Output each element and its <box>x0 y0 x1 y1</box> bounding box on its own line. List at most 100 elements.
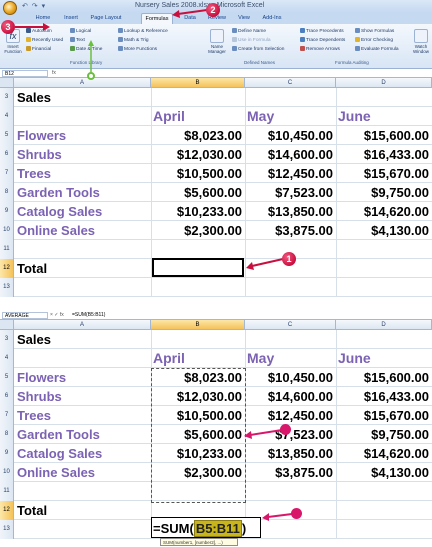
row-header[interactable]: 7 <box>0 164 14 183</box>
cell-b10[interactable]: $2,300.00 <box>151 221 242 240</box>
tab-insert[interactable]: Insert <box>58 13 84 24</box>
cell-b4[interactable]: April <box>151 107 242 126</box>
tab-add-ins[interactable]: Add-Ins <box>258 13 286 24</box>
select-all-corner-editing[interactable] <box>0 320 14 330</box>
cell-d8[interactable]: $9,750.00 <box>336 425 429 444</box>
cell-a8[interactable]: Garden Tools <box>17 183 150 202</box>
cell-a3[interactable]: Sales <box>17 88 150 107</box>
quick-access-toolbar[interactable]: ↶ ↷ ▾ <box>22 2 46 10</box>
cell-d5[interactable]: $15,600.00 <box>336 368 429 387</box>
cell-d8[interactable]: $9,750.00 <box>336 183 429 202</box>
cell-b6[interactable]: $12,030.00 <box>151 145 242 164</box>
cell-a5[interactable]: Flowers <box>17 368 150 387</box>
cell-a6[interactable]: Shrubs <box>17 145 150 164</box>
logical-button[interactable]: Logical <box>70 28 91 34</box>
financial-button[interactable]: Financial <box>26 46 51 52</box>
row-header[interactable]: 5 <box>0 368 14 387</box>
editing-cell-b12[interactable]: =SUM(B5:B11) <box>151 517 261 538</box>
trace-dependents-button[interactable]: Trace Dependents <box>300 37 345 43</box>
row-header[interactable]: 5 <box>0 126 14 145</box>
math-trig-button[interactable]: Math & Trig <box>118 37 149 43</box>
column-header-d[interactable]: D <box>336 78 432 88</box>
column-header-c[interactable]: C <box>245 78 336 88</box>
row-header[interactable]: 10 <box>0 221 14 240</box>
row-header[interactable]: 13 <box>0 278 14 297</box>
column-header-b[interactable]: B <box>151 320 245 330</box>
column-header-d[interactable]: D <box>336 320 432 330</box>
cell-a10[interactable]: Online Sales <box>17 463 150 482</box>
row-header[interactable]: 8 <box>0 425 14 444</box>
cell-c9[interactable]: $13,850.00 <box>245 202 333 221</box>
cell-d4[interactable]: June <box>336 349 429 368</box>
create-from-selection-button[interactable]: Create from Selection <box>232 46 284 52</box>
cell-a7[interactable]: Trees <box>17 164 150 183</box>
cell-d12[interactable] <box>336 259 429 278</box>
row-header[interactable]: 10 <box>0 463 14 482</box>
row-header[interactable]: 3 <box>0 88 14 107</box>
formula-content-editing[interactable]: =SUM(B5:B11) <box>72 312 105 319</box>
row-header[interactable]: 12 <box>0 259 14 278</box>
cell-b11[interactable] <box>151 240 242 259</box>
cell-c5[interactable]: $10,450.00 <box>245 368 333 387</box>
cell-c8[interactable]: $7,523.00 <box>245 183 333 202</box>
cell-c10[interactable]: $3,875.00 <box>245 221 333 240</box>
office-button[interactable] <box>3 1 17 15</box>
cell-c7[interactable]: $12,450.00 <box>245 164 333 183</box>
column-header-b[interactable]: B <box>151 78 245 88</box>
cell-d4[interactable]: June <box>336 107 429 126</box>
formula-buttons[interactable]: × ✓ fx <box>50 312 64 318</box>
cell-b4[interactable]: April <box>151 349 242 368</box>
date-time-button[interactable]: Date & Time <box>70 46 102 52</box>
show-formulas-button[interactable]: Show Formulas <box>355 28 394 34</box>
tab-view[interactable]: View <box>232 13 256 24</box>
cell-d12[interactable] <box>336 501 429 520</box>
cell-a12[interactable]: Total <box>17 501 150 520</box>
cell-d13[interactable] <box>336 520 429 539</box>
cell-c10[interactable]: $3,875.00 <box>245 463 333 482</box>
row-header[interactable]: 8 <box>0 183 14 202</box>
row-header[interactable]: 11 <box>0 482 14 501</box>
cell-a13[interactable] <box>17 520 150 539</box>
watch-window-button[interactable]: Watch Window <box>410 29 432 54</box>
cell-c9[interactable]: $13,850.00 <box>245 444 333 463</box>
autosum-button[interactable]: AutoSum <box>26 28 52 34</box>
recently-used-button[interactable]: Recently Used <box>26 37 63 43</box>
cell-d10[interactable]: $4,130.00 <box>336 463 429 482</box>
tab-page-layout[interactable]: Page Layout <box>88 13 124 24</box>
cell-a3[interactable]: Sales <box>17 330 150 349</box>
cell-c6[interactable]: $14,600.00 <box>245 145 333 164</box>
more-functions-button[interactable]: More Functions <box>118 46 157 52</box>
text-button[interactable]: Text <box>70 37 85 43</box>
row-header[interactable]: 7 <box>0 406 14 425</box>
cell-d13[interactable] <box>336 278 429 297</box>
row-header[interactable]: 11 <box>0 240 14 259</box>
cell-b13[interactable] <box>151 278 242 297</box>
cell-c4[interactable]: May <box>245 107 333 126</box>
cell-b9[interactable]: $10,233.00 <box>151 202 242 221</box>
cell-d7[interactable]: $15,670.00 <box>336 406 429 425</box>
cell-a4[interactable] <box>17 349 150 368</box>
cell-d3[interactable] <box>336 88 429 107</box>
cell-c4[interactable]: May <box>245 349 333 368</box>
cell-b3[interactable] <box>151 330 242 349</box>
cell-c6[interactable]: $14,600.00 <box>245 387 333 406</box>
cell-c5[interactable]: $10,450.00 <box>245 126 333 145</box>
cell-d5[interactable]: $15,600.00 <box>336 126 429 145</box>
row-header[interactable]: 6 <box>0 145 14 164</box>
name-box-editing[interactable]: AVERAGE <box>2 312 48 319</box>
cell-a11[interactable] <box>17 240 150 259</box>
column-header-a[interactable]: A <box>14 320 151 330</box>
row-header[interactable]: 4 <box>0 349 14 368</box>
tab-formulas[interactable]: Formulas <box>141 13 173 24</box>
cell-c3[interactable] <box>245 330 333 349</box>
cell-d11[interactable] <box>336 240 429 259</box>
cell-d3[interactable] <box>336 330 429 349</box>
cell-c7[interactable]: $12,450.00 <box>245 406 333 425</box>
name-box[interactable]: B12 <box>2 70 48 77</box>
cell-a8[interactable]: Garden Tools <box>17 425 150 444</box>
cell-c11[interactable] <box>245 482 333 501</box>
cell-a6[interactable]: Shrubs <box>17 387 150 406</box>
cell-a7[interactable]: Trees <box>17 406 150 425</box>
cell-c3[interactable] <box>245 88 333 107</box>
trace-precedents-button[interactable]: Trace Precedents <box>300 28 344 34</box>
